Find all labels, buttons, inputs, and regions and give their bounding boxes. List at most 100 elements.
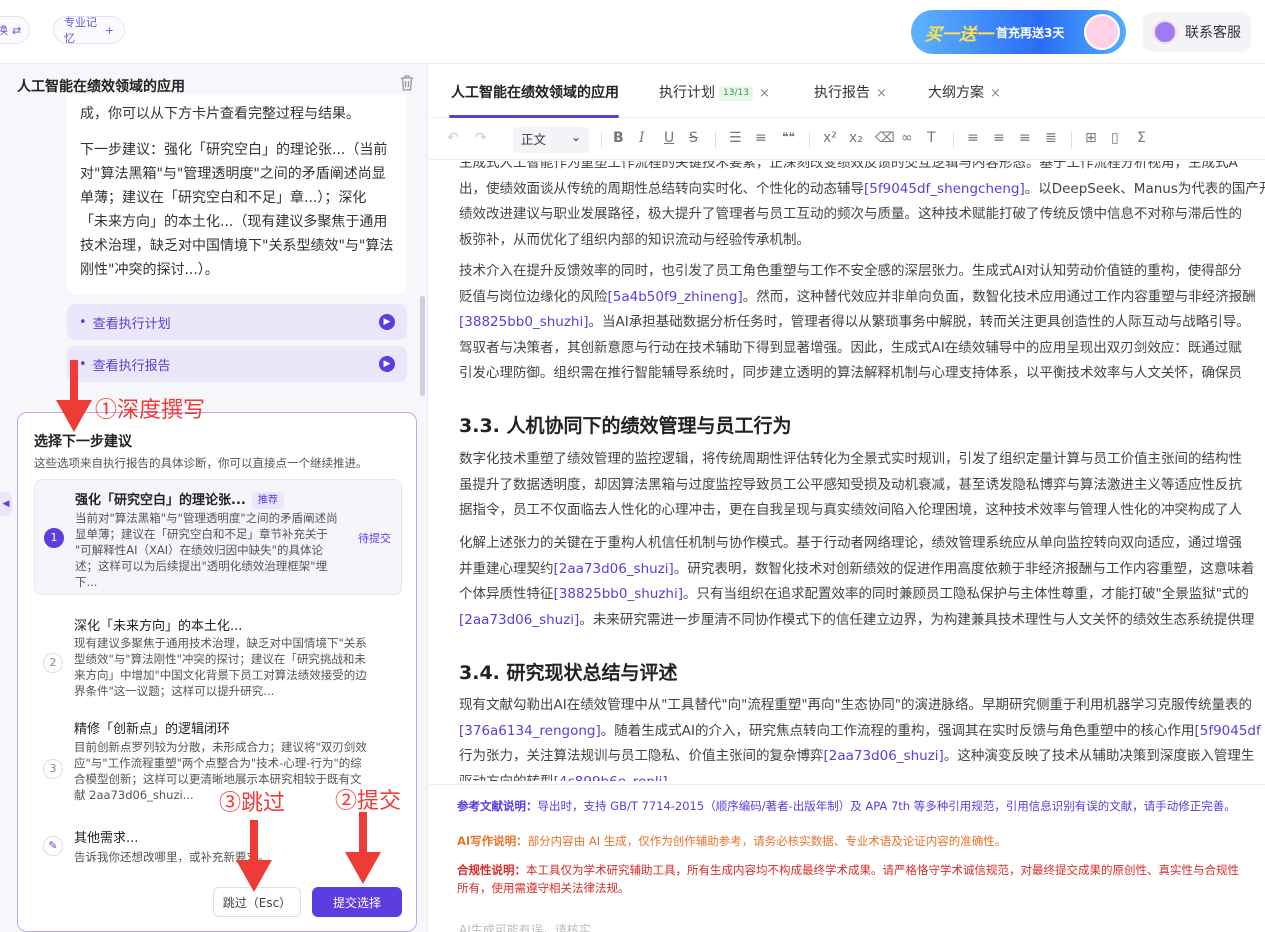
option-2[interactable]: 2 深化「未来方向」的本土化... 现有建议多聚焦于通用技术治理，缺乏对中国情境…	[34, 607, 402, 707]
citation-link[interactable]: [2aa73d06_shuzi]	[554, 561, 674, 577]
citation-link[interactable]: [38825bb0_shuzhi]	[554, 586, 684, 602]
desc-line: 现有建议多聚焦于通用技术治理，缺乏对中国情境下"关系	[74, 636, 367, 650]
book-icon[interactable]: ▯	[1111, 130, 1119, 146]
option-number: 3	[43, 759, 63, 779]
section-heading: 3.3. 人机协同下的绩效管理与员工行为	[459, 415, 792, 437]
citation-link[interactable]: [376a6134_rengong]	[459, 723, 601, 739]
promo-banner[interactable]: 买一送一 首充再送3天	[911, 10, 1126, 54]
submit-button[interactable]: 提交选择	[312, 887, 402, 917]
text-span: 虽提升了数据透明度，却因算法黑箱与过度监控导致员工公平感知受损及动机衰减，甚至诱…	[459, 476, 1242, 493]
tab-report[interactable]: 执行报告 ×	[814, 82, 887, 102]
eraser-icon[interactable]: ⌫	[875, 130, 895, 146]
document-body[interactable]: 生成式人工智能作为重塑工作流程的关键技术要素，正深刻改变绩效反馈的交互逻辑与内容…	[429, 161, 1265, 781]
view-report-link[interactable]: • 查看执行报告 ▶	[67, 346, 407, 382]
citation-link[interactable]: [5f9045df_shengcheng]	[864, 181, 1025, 197]
message-line: 对"算法黑箱"与"管理透明度"之间的矛盾阐述尚显	[80, 166, 386, 182]
text-span: 技术介入在提升反馈效率的同时，也引发了员工角色重塑与工作不安全感的深层张力。生成…	[459, 263, 1242, 279]
link-icon[interactable]: ∞	[901, 130, 913, 146]
citation-link[interactable]: [5a4b50f9_zhineng]	[608, 289, 743, 305]
paragraph-line: 引发心理防御。组织需在推行智能辅导系统时，同步建立透明的算法解释机制与心理支持体…	[459, 361, 1265, 387]
paragraph-line: 驱动方向的转型[4c899b6e_renli]。	[459, 770, 1265, 782]
tab-plan[interactable]: 执行计划 13/13 ×	[659, 82, 770, 102]
tab-document[interactable]: 人工智能在绩效领域的应用	[451, 82, 619, 102]
desc-line: 来方向」中增加"中国文化背景下员工对算法绩效接受的边	[74, 668, 367, 682]
text-span: 驾驭者与决策者，其创新意愿与行动在技术辅助下得到显著增强。因此，生成式AI在绩效…	[459, 339, 1242, 356]
mascot-icon	[1084, 14, 1120, 50]
text-span: 。只有当组织在追求配置效率的同时兼顾员工隐私保护与主体性尊重，才能打破"全景监狱…	[683, 586, 1249, 602]
citation-link[interactable]: [2aa73d06_shuzi]	[824, 748, 944, 764]
message-line: 单薄；建议在「研究空白和不足」章...）；深化	[80, 190, 367, 206]
option-title-text: 强化「研究空白」的理论张...	[75, 493, 246, 508]
undo-icon[interactable]: ↶	[447, 130, 459, 146]
view-report-label: 查看执行报告	[92, 358, 171, 374]
paragraph-line: 驾驭者与决策者，其创新意愿与行动在技术辅助下得到显著增强。因此，生成式AI在绩效…	[459, 336, 1265, 362]
desc-line: 目前创新点罗列较为分散，未形成合力；建议将"双刃剑效	[74, 740, 367, 754]
switch-button[interactable]: 换 ⇄	[0, 16, 30, 44]
align-left-icon[interactable]: ≡	[967, 130, 979, 146]
annotation-skip: ③跳过	[219, 791, 286, 816]
redo-icon[interactable]: ↷	[475, 130, 487, 146]
paragraph-line: 行为张力，关注算法规训与员工隐私、价值主张间的复杂博弈[2aa73d06_shu…	[459, 744, 1265, 770]
paragraph-line: 贬值与岗位边缘化的风险[5a4b50f9_zhineng]。然而，这种替代效应并…	[459, 285, 1265, 311]
view-plan-link[interactable]: • 查看执行计划 ▶	[67, 304, 407, 340]
paragraph: 现有文献勾勒出AI在绩效管理中从"工具替代"向"流程重塑"再向"生态协同"的演进…	[459, 693, 1265, 781]
text-span: 引发心理防御。组织需在推行智能辅导系统时，同步建立透明的算法解释机制与心理支持体…	[459, 365, 1242, 381]
promo-big-text: 买一送一	[925, 24, 993, 45]
desc-line: 显单薄；建议在「研究空白和不足」章节补充关于	[75, 527, 328, 541]
tab-bar: 人工智能在绩效领域的应用 执行计划 13/13 × 执行报告 × 大纲方案 ×	[429, 64, 1265, 118]
close-icon[interactable]: ×	[990, 86, 1001, 101]
option-title: 精修「创新点」的逻辑闭环	[74, 722, 231, 737]
desc-line: 界条件"这一议题；这样可以提升研究...	[74, 684, 275, 698]
citation-link[interactable]: [2aa73d06_shuzi]	[459, 612, 579, 628]
message-line: 技术治理，缺乏对中国情境下"关系型绩效"与"算法	[80, 238, 394, 254]
quote-icon[interactable]: ❝❝	[782, 130, 795, 144]
option-desc: 当前对"算法黑箱"与"管理透明度"之间的矛盾阐述尚 显单薄；建议在「研究空白和不…	[75, 510, 347, 590]
superscript-icon[interactable]: x²	[823, 130, 837, 146]
editor-pane: 人工智能在绩效领域的应用 执行计划 13/13 × 执行报告 × 大纲方案 × ↶ ↷ …	[429, 64, 1265, 932]
paragraph: 化解上述张力的关键在于重构人机信任机制与协作模式。基于行动者网络理论，绩效管理系…	[459, 531, 1265, 633]
citation-link[interactable]: [5f9045df	[1194, 723, 1260, 739]
scrollbar-thumb[interactable]	[420, 296, 425, 396]
align-right-icon[interactable]: ≡	[1019, 130, 1031, 146]
citation-link[interactable]: [38825bb0_shuzhi]	[459, 314, 589, 330]
paragraph-line: 并重建心理契约[2aa73d06_shuzi]。研究表明，数智化技术对创新绩效的…	[459, 557, 1265, 583]
italic-icon[interactable]: I	[639, 130, 645, 146]
paragraph-line: 虽提升了数据透明度，却因算法黑箱与过度监控导致员工公平感知受损及动机衰减，甚至诱…	[459, 473, 1265, 499]
note-label: 合规性说明：	[457, 863, 526, 877]
collapse-panel-handle[interactable]: ◀	[0, 492, 12, 516]
text-span: 行为张力，关注算法规训与员工隐私、价值主张间的复杂博弈	[459, 748, 824, 764]
citation-link[interactable]: [4c899b6e_renli]	[554, 774, 668, 782]
plan-count-badge: 13/13	[719, 85, 753, 101]
bullet-icon: •	[79, 314, 87, 330]
close-icon[interactable]: ×	[876, 86, 887, 101]
bullet-list-icon[interactable]: ☰	[729, 130, 742, 146]
align-center-icon[interactable]: ≡	[993, 130, 1005, 146]
paragraph-format-select[interactable]: 正文	[513, 124, 589, 153]
formula-icon[interactable]: Σ	[1137, 130, 1146, 146]
trash-icon[interactable]	[400, 75, 416, 93]
memory-button[interactable]: 专业记忆 +	[53, 16, 125, 45]
subscript-icon[interactable]: x₂	[849, 130, 863, 146]
table-icon[interactable]: ⊞	[1085, 130, 1097, 146]
desc-line: 型绩效"与"算法刚性"冲突的探讨；建议在「研究挑战和未	[74, 652, 366, 666]
tab-label: 执行计划	[659, 85, 715, 101]
numbered-list-icon[interactable]: ≡	[755, 130, 767, 146]
text-span: 。	[668, 774, 682, 782]
justify-icon[interactable]: ≣	[1045, 130, 1057, 146]
close-icon[interactable]: ×	[759, 86, 770, 101]
paragraph: 生成式人工智能作为重塑工作流程的关键技术要素，正深刻改变绩效反馈的交互逻辑与内容…	[459, 161, 1265, 253]
strikethrough-icon[interactable]: S	[689, 130, 698, 146]
contact-support-button[interactable]: 联系客服	[1143, 12, 1251, 52]
clear-format-icon[interactable]: T	[927, 130, 936, 146]
text-span: 。以DeepSeek、Manus为代表的国产开	[1024, 180, 1265, 197]
note-label: AI写作说明：	[457, 834, 528, 848]
desc-line: 述；这样可以为后续提出"透明化绩效治理框架"埋	[75, 559, 328, 573]
tab-label: 大纲方案	[928, 85, 984, 101]
bold-icon[interactable]: B	[613, 130, 624, 146]
underline-icon[interactable]: U	[664, 130, 674, 146]
text-span: 。随着生成式AI的介入，研究焦点转向工作流程的重构，强调其在实时反馈与角色重塑中…	[600, 722, 1195, 739]
text-span: 化解上述张力的关键在于重构人机信任机制与协作模式。基于行动者网络理论，绩效管理系…	[459, 535, 1242, 551]
option-1[interactable]: 1 强化「研究空白」的理论张... 推荐 待提交 当前对"算法黑箱"与"管理透明度…	[34, 479, 402, 595]
paragraph-line: 现有文献勾勒出AI在绩效管理中从"工具替代"向"流程重塑"再向"生态协同"的演进…	[459, 693, 1265, 719]
tab-outline[interactable]: 大纲方案 ×	[928, 82, 1001, 102]
